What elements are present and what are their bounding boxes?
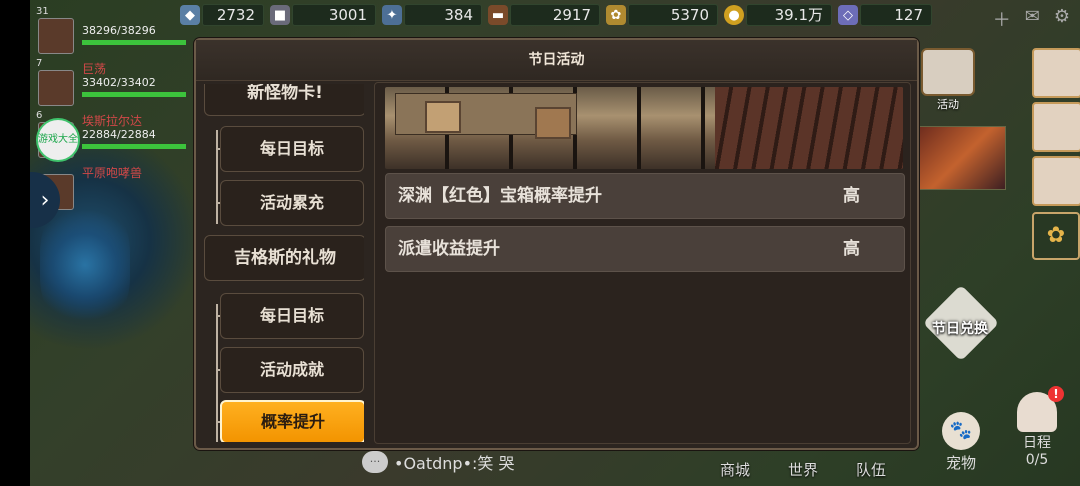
resource-value: 2732: [202, 4, 264, 26]
top-right-icons: ＋ ✉ ⚙: [993, 6, 1070, 32]
boost-row: 派遣收益提升 高: [385, 226, 905, 272]
alert-icon: !: [1048, 386, 1064, 402]
nav-team[interactable]: 队伍: [856, 459, 886, 480]
hp-bar: [82, 144, 186, 149]
member-level: 31: [36, 6, 49, 17]
game-hall-badge[interactable]: 游戏大全: [36, 118, 80, 162]
nav-item-achievement[interactable]: 活动成就: [220, 347, 364, 393]
hp-bar: [82, 92, 186, 97]
gem-cluster-icon: ✦: [382, 5, 402, 25]
resource-diamond[interactable]: ◇ 127: [838, 4, 932, 26]
member-level: 6: [36, 110, 43, 121]
resource-value: 2917: [510, 4, 600, 26]
boost-row: 深渊【红色】宝箱概率提升 高: [385, 173, 905, 219]
tree-line: [216, 130, 218, 224]
schedule-label: 日程: [1023, 435, 1051, 451]
resource-crystal: ◆ 2732: [180, 4, 264, 26]
resource-ore: ■ 3001: [270, 4, 376, 26]
nav-group-gigs-gift[interactable]: 吉格斯的礼物: [204, 235, 364, 281]
event-banner[interactable]: [918, 126, 1006, 190]
resource-value: 39.1万: [746, 4, 832, 26]
portrait[interactable]: [1032, 48, 1080, 98]
nav-item-daily-goal[interactable]: 每日目标: [220, 293, 364, 339]
boost-name: 派遣收益提升: [398, 239, 500, 259]
gear-icon[interactable]: ⚙: [1054, 6, 1070, 32]
add-icon[interactable]: ＋: [993, 6, 1011, 32]
resource-value: 5370: [628, 4, 718, 26]
calendar-icon: [921, 48, 975, 96]
portrait[interactable]: [1032, 102, 1080, 152]
wheat-icon[interactable]: ✿: [1032, 212, 1080, 260]
nav-group-monster-card[interactable]: 新怪物卡!: [204, 84, 364, 116]
member-name: 埃斯拉尔达: [82, 114, 143, 128]
resource-value: 3001: [292, 4, 376, 26]
diamond-icon: ◇: [838, 5, 858, 25]
activity-nav: 新怪物卡! 每日目标 活动累充 吉格斯的礼物 每日目标 活动成就 概率提升: [204, 84, 364, 442]
coin-icon: ●: [724, 5, 744, 25]
member-hp: 33402/33402: [82, 76, 156, 89]
resource-coin: ● 39.1万: [724, 4, 832, 26]
pet-button[interactable]: 🐾 宠物: [942, 412, 980, 473]
member-name: 巨荡: [82, 62, 107, 76]
member-hp: 22884/22884: [82, 128, 156, 141]
pet-label: 宠物: [945, 454, 976, 472]
resource-value: 384: [404, 4, 482, 26]
boost-name: 深渊【红色】宝箱概率提升: [398, 186, 602, 206]
wheat-icon: ✿: [606, 5, 626, 25]
festival-activity-dialog: 节日活动 新怪物卡! 每日目标 活动累充 吉格斯的礼物 每日目标 活动成就 概率…: [194, 38, 919, 450]
avatar: [38, 18, 74, 54]
wood-icon: ▬: [488, 5, 508, 25]
nav-world[interactable]: 世界: [788, 459, 818, 480]
event-scene-image: [385, 87, 903, 169]
nav-item-probability-boost[interactable]: 概率提升: [220, 400, 364, 442]
left-black-strip: [0, 0, 30, 486]
boost-level: 高: [843, 239, 860, 259]
nav-item-recharge[interactable]: 活动累充: [220, 180, 364, 226]
member-hp: 38296/38296: [82, 24, 156, 37]
dialog-title: 节日活动: [196, 40, 917, 81]
chat-bar[interactable]: ··· •Oatdnp•:笑 哭: [362, 450, 514, 474]
chat-bubble-icon: ···: [362, 451, 388, 473]
resource-gem-cluster: ✦ 384: [382, 4, 482, 26]
festival-exchange-label: 节日兑换: [932, 321, 988, 337]
member-level: 7: [36, 58, 43, 69]
party-member[interactable]: 7 巨荡 33402/33402: [30, 54, 186, 106]
boost-level: 高: [843, 186, 860, 206]
right-portraits: [1030, 44, 1080, 210]
nav-shop[interactable]: 商城: [720, 459, 750, 480]
crystal-icon: ◆: [180, 5, 200, 25]
member-name: 平原咆哮兽: [82, 166, 143, 180]
activity-button[interactable]: 活动: [918, 48, 978, 111]
nav-item-daily-goal[interactable]: 每日目标: [220, 126, 364, 172]
avatar: [38, 70, 74, 106]
roof-art: [715, 87, 903, 169]
resource-wheat: ✿ 5370: [606, 4, 718, 26]
hp-bar: [82, 40, 186, 45]
crate-art: [535, 107, 571, 139]
schedule-button[interactable]: ! 日程 0/5: [1012, 386, 1064, 468]
crate-art: [425, 101, 461, 133]
activity-content: 深渊【红色】宝箱概率提升 高 派遣收益提升 高: [374, 82, 911, 444]
bottom-nav: 商城 世界 队伍: [720, 459, 886, 480]
activity-label: 活动: [937, 98, 959, 111]
ore-icon: ■: [270, 5, 290, 25]
party-member[interactable]: 31 38296/38296: [30, 2, 186, 54]
chat-text: •Oatdnp•:笑 哭: [394, 454, 515, 473]
resource-wood: ▬ 2917: [488, 4, 600, 26]
mail-icon[interactable]: ✉: [1025, 6, 1040, 32]
resource-bar: ◆ 2732 ■ 3001 ✦ 384 ▬ 2917 ✿ 5370 ● 39.1万 ◇ 127: [180, 4, 932, 30]
festival-exchange-button[interactable]: 节日兑换: [918, 284, 1000, 362]
schedule-count: 0/5: [1025, 452, 1049, 468]
portal-swirl: [40, 200, 130, 330]
portrait[interactable]: [1032, 156, 1080, 206]
resource-value: 127: [860, 4, 932, 26]
paw-icon: 🐾: [942, 412, 980, 450]
